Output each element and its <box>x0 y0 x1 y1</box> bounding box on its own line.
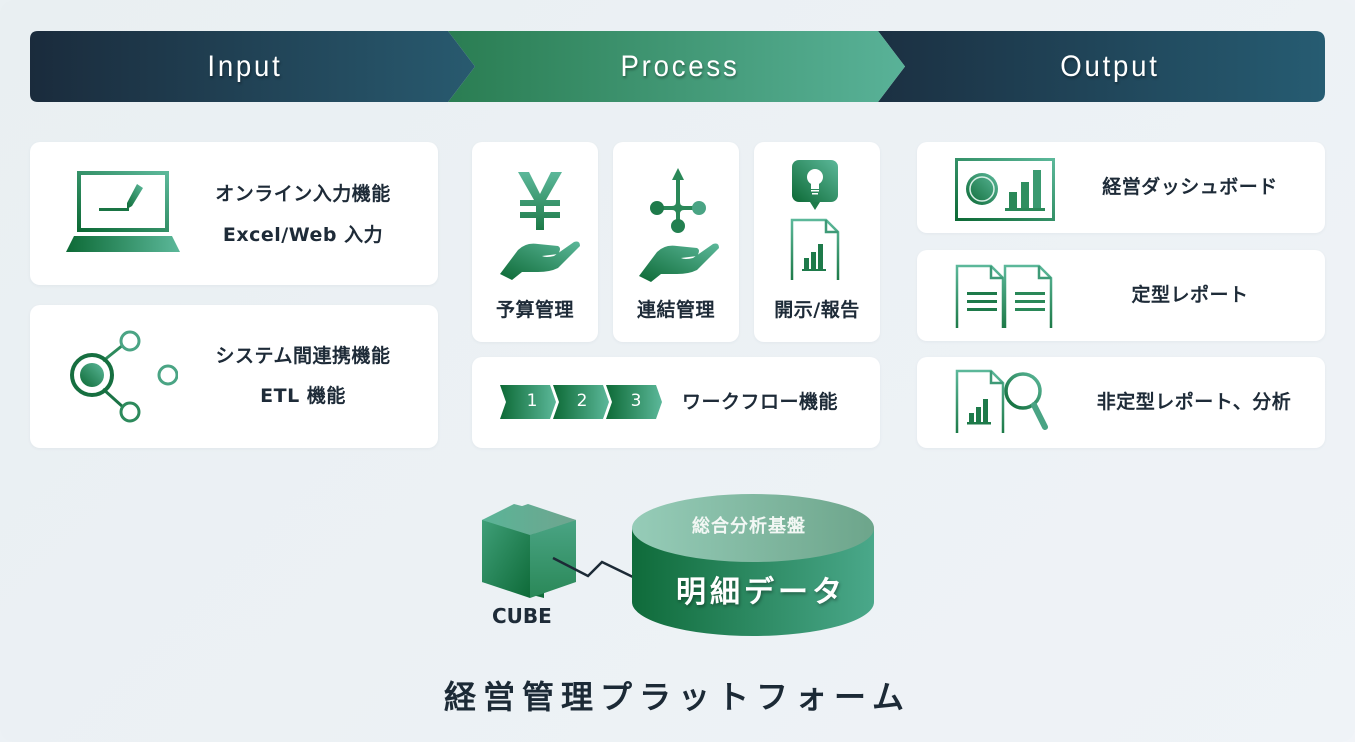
dashboard-label: 経営ダッシュボード <box>1102 176 1278 198</box>
stage-input-label: Input <box>207 50 283 83</box>
workflow-step-3: 3 <box>630 391 642 411</box>
budget-label: 予算管理 <box>495 299 574 321</box>
output-card-dashboard: 経営ダッシュボード <box>917 142 1325 233</box>
dashboard-icon <box>955 158 1055 221</box>
laptop-pen-icon <box>66 171 180 252</box>
cube-label: CUBE <box>492 604 552 628</box>
consolidation-label: 連結管理 <box>636 299 715 321</box>
database-top-label: 総合分析基盤 <box>692 516 806 537</box>
report-search-icon <box>955 369 1048 433</box>
platform-title: 経営管理プラットフォーム <box>443 678 912 716</box>
online-entry-subtitle: Excel/Web 入力 <box>222 224 384 246</box>
output-card-standard-reports: 定型レポート <box>917 250 1325 341</box>
network-hub-icon <box>70 330 178 423</box>
online-entry-title: オンライン入力機能 <box>215 183 391 205</box>
input-card-online-entry: オンライン入力機能 Excel/Web 入力 <box>30 142 438 285</box>
process-tile-disclosure: 開示/報告 <box>754 142 880 342</box>
documents-icon <box>955 264 1053 328</box>
process-tile-budget: 予算管理 <box>472 142 598 342</box>
disclosure-label: 開示/報告 <box>774 299 860 321</box>
input-card-system-integration: システム間連携機能 ETL 機能 <box>30 305 438 448</box>
standard-reports-label: 定型レポート <box>1131 284 1249 306</box>
output-card-adhoc-analysis: 非定型レポート、分析 <box>917 357 1325 448</box>
idea-report-icon <box>790 160 840 280</box>
process-flow-banner: Input Process Output <box>30 31 1325 102</box>
workflow-label: ワークフロー機能 <box>682 391 839 413</box>
stage-output-label: Output <box>1060 50 1160 83</box>
stage-process-label: Process <box>620 50 740 83</box>
consolidation-hand-icon <box>639 168 719 282</box>
process-tile-consolidation: 連結管理 <box>613 142 739 342</box>
process-card-workflow: 1 2 3 ワークフロー機能 <box>472 357 880 448</box>
cube-icon <box>482 504 576 598</box>
system-integration-subtitle: ETL 機能 <box>260 385 346 407</box>
workflow-step-2: 2 <box>576 391 588 411</box>
workflow-step-1: 1 <box>526 391 538 411</box>
system-integration-title: システム間連携機能 <box>215 345 391 367</box>
yen-hand-icon <box>500 172 580 280</box>
database-main-label: 明細データ <box>676 575 846 610</box>
adhoc-analysis-label: 非定型レポート、分析 <box>1096 391 1292 413</box>
